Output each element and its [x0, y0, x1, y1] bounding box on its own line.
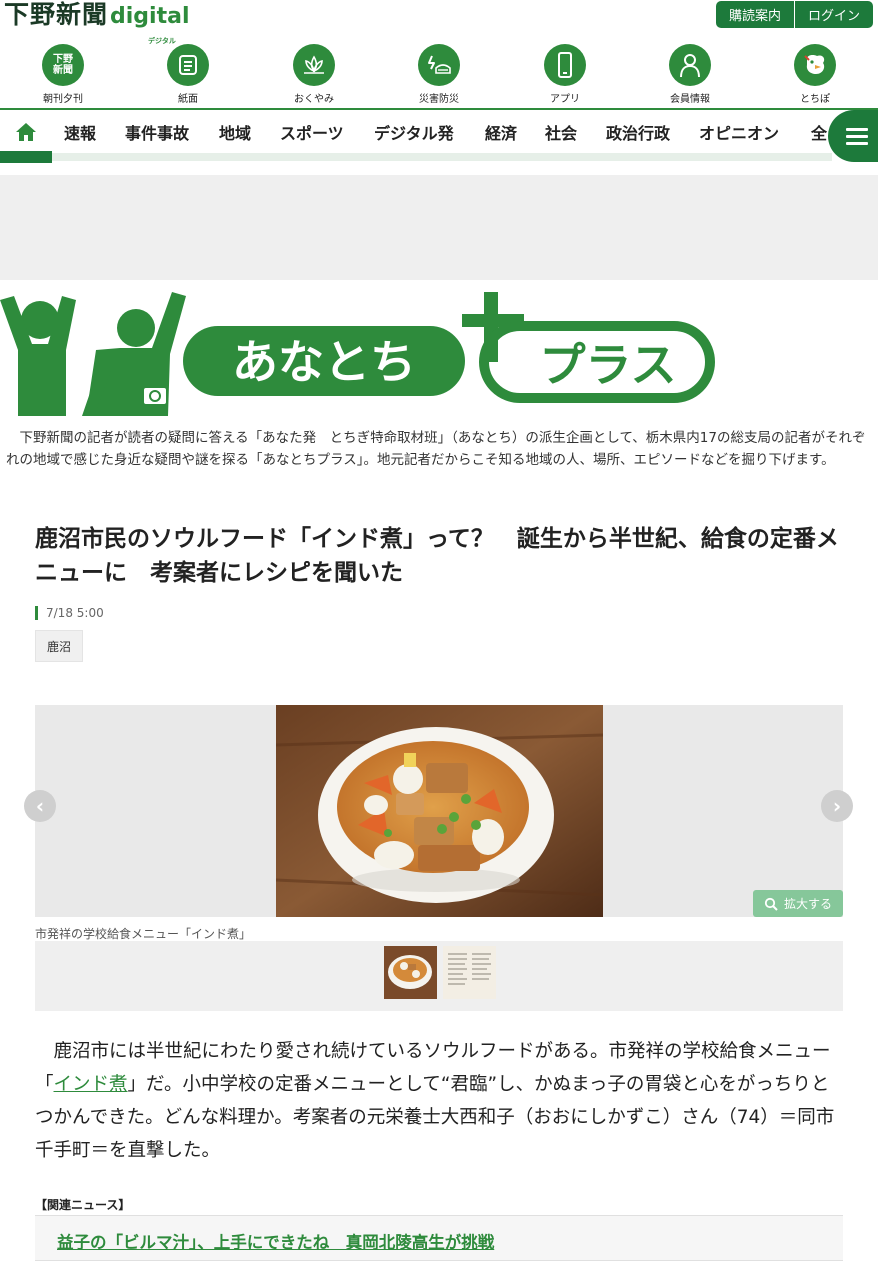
ad-placeholder: [0, 175, 878, 280]
category-scrollbar[interactable]: [52, 153, 832, 161]
article-photo[interactable]: [275, 705, 604, 917]
newspaper-logo-icon: 下野 新聞: [42, 44, 84, 86]
category-item[interactable]: 速報: [64, 120, 96, 144]
lotus-icon: [293, 44, 335, 86]
icon-nav-label: 会員情報: [670, 94, 710, 105]
related-news-heading: 【関連ニュース】: [35, 1198, 131, 1212]
thumbnail-dish[interactable]: [384, 946, 437, 999]
icon-nav-item-member[interactable]: 会員情報: [645, 44, 735, 105]
icon-nav-label: 災害防災: [419, 94, 459, 105]
photo-thumbnails: [35, 941, 843, 1011]
category-item[interactable]: デジタル発: [374, 120, 454, 144]
document-icon: [167, 44, 209, 86]
disaster-icon: [418, 44, 460, 86]
home-icon: [16, 123, 36, 141]
anatochi-plus-banner[interactable]: あなとち プラス: [0, 288, 878, 420]
body-text-end: 」だ。小中学校の定番メニューとして“君臨”し、かぬまっ子の胃袋と心をがっちりとつ…: [35, 1074, 835, 1161]
icon-nav-label: 紙面: [178, 94, 198, 105]
hamburger-icon: [846, 124, 868, 149]
thumbnail-recipe[interactable]: [443, 946, 496, 999]
icon-nav-label: アプリ: [550, 94, 580, 105]
member-icon: [669, 44, 711, 86]
photo-caption: 市発祥の学校給食メニュー「インド煮」: [35, 927, 252, 941]
article-body: 鹿沼市には半世紀にわたり愛され続けているソウルフードがある。市発祥の学校給食メニ…: [35, 1035, 845, 1167]
icon-nav-item-app[interactable]: アプリ: [520, 44, 610, 105]
zoom-button[interactable]: 拡大する: [753, 890, 843, 917]
icon-nav-item-tochipo[interactable]: とちぽ: [770, 44, 860, 105]
logo-main-text: 下野新聞: [4, 0, 109, 29]
login-button[interactable]: ログイン: [793, 1, 873, 28]
category-nav: 速報 事件事故 地域 スポーツ デジタル発 経済 社会 政治行政 オピニオン 全: [0, 110, 878, 154]
indo-ni-dish-image: [275, 705, 604, 917]
photo-viewer: [35, 705, 843, 917]
prev-photo-button[interactable]: ‹: [24, 790, 56, 822]
chevron-right-icon: ›: [832, 794, 842, 818]
icon-nav-label: とちぽ: [800, 94, 830, 105]
banner-title: あなとち: [232, 335, 416, 389]
site-logo[interactable]: 下野新聞 digital デジタル: [4, 0, 190, 45]
series-intro: 下野新聞の記者が読者の疑問に答える「あなた発 とちぎ特命取材班」（あなとち）の派…: [6, 430, 866, 468]
home-tab-indicator: [0, 151, 52, 163]
icon-nav: 下野 新聞 朝刊夕刊 紙面 おくやみ 災害防災 アプリ 会員情報 とちぽ: [0, 44, 878, 105]
icon-nav-item-saigai[interactable]: 災害防災: [394, 44, 484, 105]
chevron-left-icon: ‹: [35, 794, 45, 818]
menu-button[interactable]: [828, 110, 878, 162]
zoom-label: 拡大する: [783, 897, 832, 911]
region-tag[interactable]: 鹿沼: [35, 630, 84, 662]
related-news-link[interactable]: 益子の「ビルマ汁」、上手にできたね 真岡北陵高生が挑戦: [57, 1229, 494, 1253]
icon-nav-label: 朝刊夕刊: [43, 94, 83, 105]
magnifier-icon: [764, 897, 778, 911]
next-photo-button[interactable]: ›: [821, 790, 853, 822]
category-item[interactable]: 事件事故: [125, 120, 189, 144]
logo-digital-text: digital デジタル: [110, 2, 189, 45]
category-item[interactable]: オピニオン: [699, 120, 779, 144]
article-title: 鹿沼市民のソウルフード「インド煮」って？ 誕生から半世紀、給食の定番メニューに …: [35, 526, 839, 586]
icon-nav-item-chokan-yukan[interactable]: 下野 新聞 朝刊夕刊: [18, 44, 108, 105]
category-item[interactable]: 社会: [545, 120, 577, 144]
category-item[interactable]: 政治行政: [606, 120, 670, 144]
category-item[interactable]: スポーツ: [280, 120, 344, 144]
icon-nav-label: おくやみ: [294, 94, 334, 105]
category-item[interactable]: 地域: [219, 120, 251, 144]
related-news-box: 益子の「ビルマ汁」、上手にできたね 真岡北陵高生が挑戦: [35, 1215, 843, 1261]
anatochi-plus-logo: あなとち プラス: [0, 292, 715, 416]
home-tab[interactable]: [0, 110, 52, 154]
category-item[interactable]: 経済: [485, 120, 517, 144]
mascot-icon: [794, 44, 836, 86]
category-item[interactable]: 全: [811, 120, 827, 144]
subscribe-button[interactable]: 購読案内: [715, 1, 794, 28]
article-date: 7/18 5:00: [35, 606, 104, 620]
banner-plus: プラス: [539, 338, 676, 392]
smartphone-icon: [544, 44, 586, 86]
header-buttons: 購読案内 ログイン: [715, 1, 873, 28]
icon-nav-item-okuyami[interactable]: おくやみ: [269, 44, 359, 105]
icon-nav-item-shimen[interactable]: 紙面: [143, 44, 233, 105]
indo-ni-link[interactable]: インド煮: [54, 1074, 128, 1095]
